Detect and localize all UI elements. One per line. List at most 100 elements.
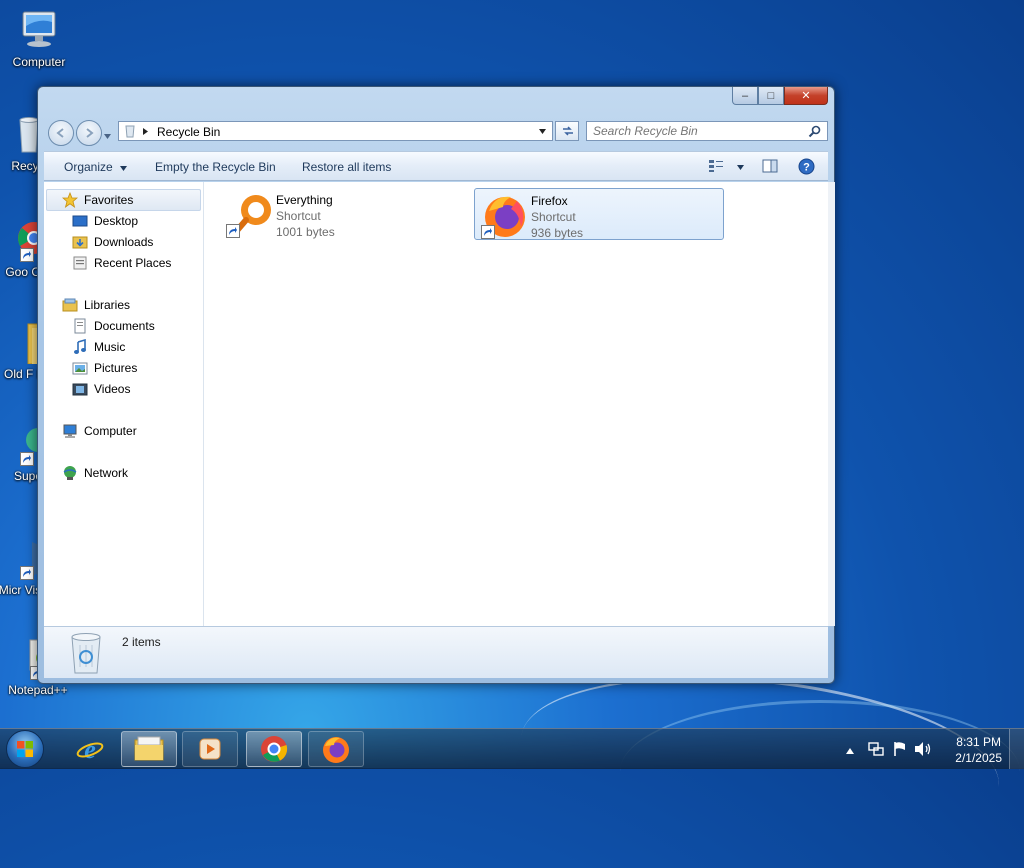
file-name: Everything (276, 193, 333, 207)
empty-recycle-bin-button[interactable]: Empty the Recycle Bin (155, 160, 276, 174)
nav-label: Videos (94, 382, 131, 396)
computer-icon (62, 423, 78, 439)
search-box (586, 121, 828, 141)
search-input[interactable] (593, 124, 793, 138)
chevron-down-icon (120, 166, 128, 171)
nav-desktop[interactable]: Desktop (72, 211, 138, 231)
refresh-icon (563, 126, 573, 136)
back-button[interactable] (48, 120, 74, 146)
address-location: Recycle Bin (157, 125, 221, 139)
file-type: Shortcut (531, 210, 576, 224)
nav-label: Network (84, 466, 129, 480)
internet-explorer-icon: e (76, 735, 104, 764)
nav-downloads[interactable]: Downloads (72, 232, 153, 252)
command-bar: Organize Empty the Recycle Bin Restore a… (44, 151, 828, 181)
back-arrow-icon (56, 128, 64, 138)
nav-label: Downloads (94, 235, 154, 249)
windows-logo-icon (17, 741, 33, 757)
taskbar-media-player-button[interactable] (182, 731, 238, 767)
details-pane: 2 items (44, 626, 828, 678)
address-bar[interactable]: Recycle Bin (118, 121, 553, 141)
nav-pictures[interactable]: Pictures (72, 358, 137, 378)
close-button[interactable]: ✕ (784, 87, 828, 105)
nav-label: Libraries (84, 298, 131, 312)
show-hidden-icons-icon[interactable] (846, 743, 854, 757)
recent-pages-chevron-icon[interactable] (104, 128, 111, 142)
forward-button[interactable] (76, 120, 102, 146)
system-clock[interactable]: 8:31 PM 2/1/2025 (955, 734, 1002, 766)
navigation-pane: Favorites Desktop Downloads Recent Place… (44, 182, 204, 626)
file-item-everything[interactable]: Everything Shortcut 1001 bytes (220, 188, 470, 240)
item-count: 2 items (122, 635, 161, 649)
nav-videos[interactable]: Videos (72, 379, 130, 399)
recycle-bin-small-icon (125, 125, 135, 138)
nav-libraries[interactable]: Libraries (62, 295, 130, 315)
music-icon (72, 338, 88, 355)
nav-label: Documents (94, 319, 155, 333)
star-icon (61, 191, 79, 208)
nav-label: Favorites (84, 193, 134, 207)
organize-button[interactable]: Organize (64, 160, 128, 174)
nav-favorites[interactable]: Favorites (61, 190, 134, 210)
firefox-icon (481, 191, 529, 239)
refresh-button[interactable] (555, 121, 579, 141)
nav-label: Computer (84, 424, 137, 438)
network-tray-icon[interactable] (868, 741, 884, 760)
volume-icon[interactable] (914, 741, 932, 760)
pictures-icon (72, 360, 88, 376)
network-icon (62, 465, 78, 481)
address-row: Recycle Bin (46, 119, 828, 146)
desktop-icon-label: Computer (12, 55, 66, 69)
taskbar-chrome-button[interactable] (246, 731, 302, 767)
nav-label: Recent Places (94, 256, 172, 270)
help-icon: ? (798, 158, 815, 175)
restore-all-items-button[interactable]: Restore all items (302, 160, 391, 174)
folder-icon (134, 736, 164, 761)
start-button[interactable] (6, 730, 44, 768)
address-dropdown-icon[interactable] (539, 129, 546, 134)
downloads-folder-icon (72, 234, 88, 250)
minimize-button[interactable]: – (732, 87, 758, 105)
file-name: Firefox (531, 194, 568, 208)
change-view-button[interactable] (708, 159, 745, 176)
file-list: Everything Shortcut 1001 bytes Firefox S… (204, 182, 828, 626)
taskbar-firefox-button[interactable] (308, 731, 364, 767)
breadcrumb-arrow-icon[interactable] (143, 128, 148, 135)
everything-app-icon (226, 190, 274, 238)
taskbar-explorer-button[interactable] (121, 731, 177, 767)
file-size: 1001 bytes (276, 225, 335, 239)
explorer-window: – □ ✕ Recycle Bin Organize (37, 86, 835, 684)
organize-label: Organize (64, 160, 113, 174)
nav-network[interactable]: Network (62, 463, 128, 483)
help-button[interactable]: ? (798, 158, 815, 178)
search-icon[interactable] (808, 125, 821, 138)
media-player-icon (199, 738, 221, 760)
firefox-icon (323, 737, 349, 763)
chevron-down-icon (737, 165, 745, 170)
nav-label: Pictures (94, 361, 138, 375)
nav-label: Desktop (94, 214, 139, 228)
scrollbar[interactable] (828, 182, 835, 626)
file-size: 936 bytes (531, 226, 584, 240)
libraries-icon (62, 297, 78, 313)
maximize-button[interactable]: □ (758, 87, 784, 105)
nav-recent-places[interactable]: Recent Places (72, 253, 171, 273)
file-item-firefox[interactable]: Firefox Shortcut 936 bytes (474, 188, 724, 240)
taskbar: e 8:31 PM 2/1/2025 (0, 728, 1024, 769)
videos-icon (72, 381, 88, 397)
nav-music[interactable]: Music (72, 337, 125, 357)
nav-documents[interactable]: Documents (72, 316, 155, 336)
recycle-bin-large-icon (66, 631, 106, 678)
documents-icon (72, 318, 88, 334)
desktop-icon-label: Notepad++ (8, 683, 68, 697)
wallpaper-swoosh (620, 700, 1020, 843)
nav-label: Music (94, 340, 126, 354)
desktop-icon-computer[interactable]: Computer (3, 8, 75, 69)
shortcut-arrow-icon (226, 224, 240, 238)
show-desktop-button[interactable] (1009, 729, 1024, 769)
forward-arrow-icon (86, 128, 94, 138)
nav-computer[interactable]: Computer (62, 421, 137, 441)
taskbar-ie-button[interactable]: e (62, 731, 118, 767)
action-center-flag-icon[interactable] (892, 741, 908, 760)
preview-pane-button[interactable] (762, 159, 778, 176)
